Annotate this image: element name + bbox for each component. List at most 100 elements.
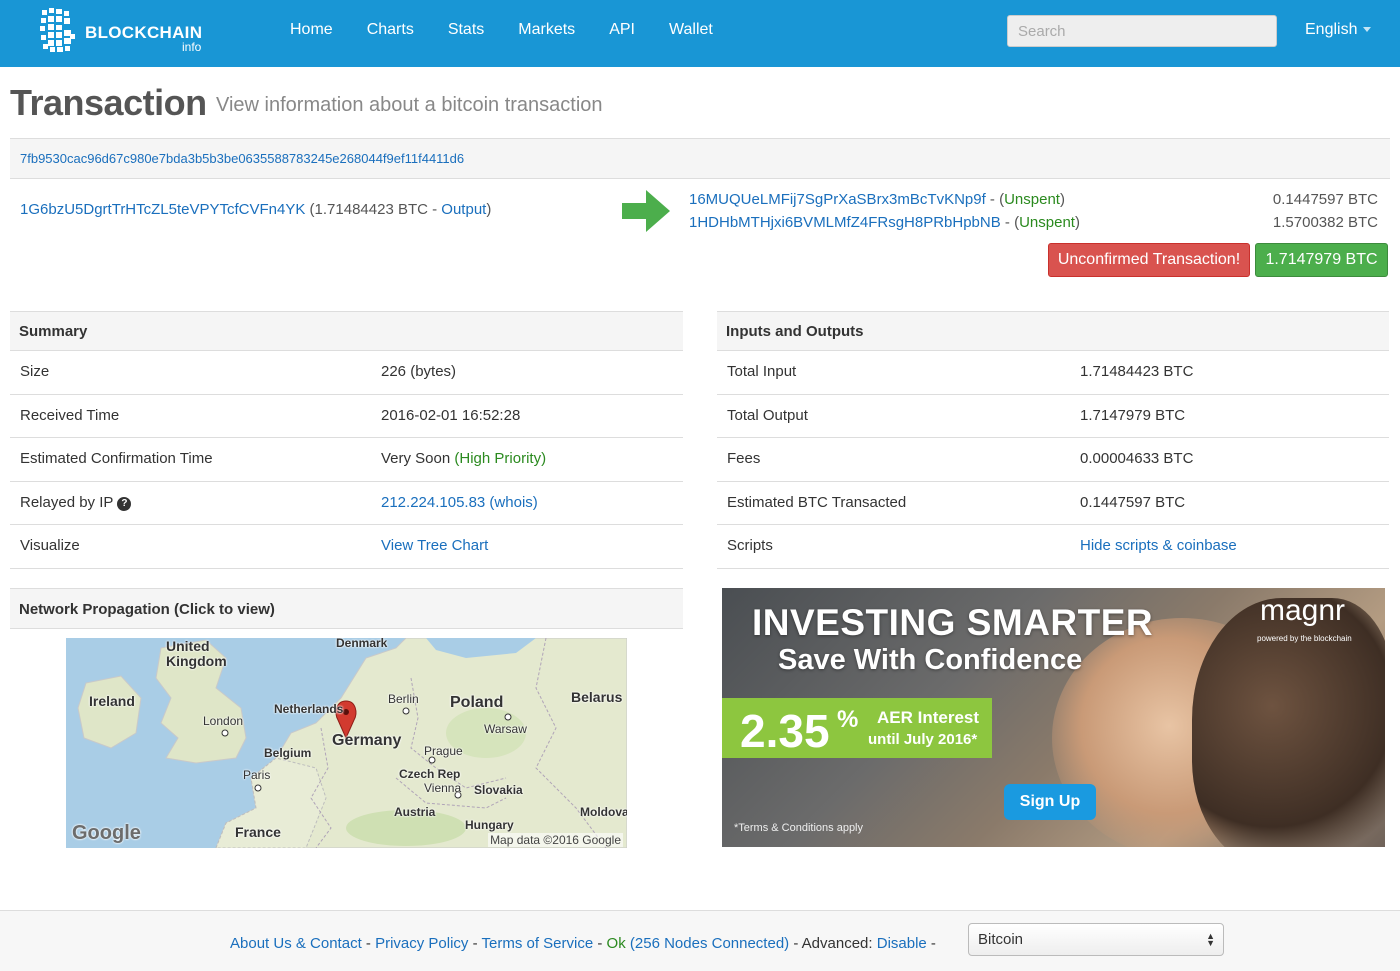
nodes-link[interactable]: (256 Nodes Connected): [630, 935, 789, 952]
output-address-link[interactable]: 1HDHbMTHjxi6BVMLMfZ4FRsgH8PRbHpbNB: [689, 214, 1001, 231]
inputs-outputs-table: Inputs and Outputs Total Input 1.7148442…: [717, 311, 1389, 569]
caret-down-icon: [1363, 27, 1372, 33]
footer-links: About Us & Contact - Privacy Policy - Te…: [230, 935, 936, 952]
row-label: Visualize: [20, 537, 80, 554]
nav-links: Home Charts Stats Markets API Wallet: [290, 21, 747, 39]
summary-row-size: Size 226 (bytes): [10, 351, 683, 395]
map-label-germany: Germany: [332, 732, 402, 749]
network-propagation-heading: Network Propagation (Click to view): [10, 588, 683, 629]
row-label: Fees: [727, 450, 761, 467]
summary-row-relayed: Relayed by IP? 212.224.105.83 (whois): [10, 482, 683, 525]
summary-row-confirmation: Estimated Confirmation Time Very Soon (H…: [10, 438, 683, 482]
row-label: Received Time: [20, 406, 120, 424]
summary-row-received: Received Time 2016-02-01 16:52:28: [10, 395, 683, 438]
tx-input: 1G6bzU5DgrtTrHTcZL5teVPYTcfCVFn4YK (1.71…: [20, 201, 491, 218]
language-dropdown[interactable]: English: [1305, 21, 1372, 39]
map-label-uk: United Kingdom: [166, 638, 227, 669]
search-input[interactable]: [1007, 15, 1277, 47]
page-title: Transaction: [10, 82, 207, 123]
nav-api[interactable]: API: [609, 21, 635, 39]
ad-brand-tagline: powered by the blockchain: [1257, 634, 1352, 643]
nav-markets[interactable]: Markets: [518, 21, 575, 39]
currency-value: Bitcoin: [978, 931, 1024, 948]
ad-signup-button[interactable]: Sign Up: [1004, 784, 1096, 820]
top-navbar: BLOCKCHAIN info Home Charts Stats Market…: [0, 0, 1400, 67]
updown-arrows-icon: ▲ ▼: [1206, 931, 1215, 948]
row-label: Estimated BTC Transacted: [727, 493, 907, 511]
io-row-total-output: Total Output 1.7147979 BTC: [717, 395, 1389, 438]
map-label-warsaw: Warsaw: [484, 722, 527, 736]
row-label: Total Output: [727, 406, 808, 424]
input-amount: (1.71484423 BTC -: [309, 201, 442, 218]
output-close: ): [1074, 214, 1080, 231]
input-address-link[interactable]: 1G6bzU5DgrtTrHTcZL5teVPYTcfCVFn4YK: [20, 201, 305, 218]
network-propagation-map[interactable]: United Kingdom Ireland London Denmark Ne…: [66, 638, 627, 848]
unconfirmed-transaction-button[interactable]: Unconfirmed Transaction!: [1048, 243, 1250, 277]
ad-rate-banner: 2.35 % AER Interest until July 2016*: [722, 698, 992, 758]
output-amount-1: 0.1447597 BTC: [1272, 191, 1378, 208]
map-label-paris: Paris: [243, 768, 271, 782]
brand-sub: info: [182, 40, 202, 54]
map-label-berlin: Berlin: [388, 692, 419, 706]
view-tree-chart-link[interactable]: View Tree Chart: [381, 537, 488, 554]
map-label-ireland: Ireland: [89, 693, 135, 709]
map-label-belgium: Belgium: [264, 746, 312, 760]
footer-sep: -: [361, 935, 376, 952]
footer-sep: -: [789, 935, 802, 952]
row-label: Scripts: [727, 537, 773, 554]
tx-hash-row: 7fb9530cac96d67c980e7bda3b5b3be063558878…: [10, 139, 1390, 179]
row-label: Size: [20, 363, 50, 380]
about-link[interactable]: About Us & Contact: [230, 935, 362, 952]
hide-scripts-link[interactable]: Hide scripts & coinbase: [1080, 537, 1237, 554]
output-amount-2: 1.5700382 BTC: [1272, 214, 1378, 231]
map-label-moldova: Moldova: [580, 805, 627, 819]
io-row-scripts: Scripts Hide scripts & coinbase: [717, 525, 1389, 569]
output-address-link[interactable]: 16MUQUeLMFij7SgPrXaSBrx3mBcTvKNp9f: [689, 191, 986, 208]
output-row-2: 1HDHbMTHjxi6BVMLMfZ4FRsgH8PRbHpbNB - (Un…: [689, 214, 1080, 231]
total-btc-button[interactable]: 1.7147979 BTC: [1255, 243, 1388, 277]
page-subtitle: View information about a bitcoin transac…: [216, 94, 603, 116]
relayed-ip-link[interactable]: 212.224.105.83 (whois): [381, 494, 538, 511]
nav-home[interactable]: Home: [290, 21, 333, 39]
map-label-vienna: Vienna: [424, 781, 462, 795]
tx-hash-link[interactable]: 7fb9530cac96d67c980e7bda3b5b3be063558878…: [20, 151, 464, 166]
ad-aer: AER Interest: [877, 708, 980, 727]
map-label-france: France: [235, 824, 281, 840]
google-logo: Google: [72, 822, 141, 844]
currency-select[interactable]: Bitcoin ▲ ▼: [968, 923, 1224, 956]
confirm-value: Very Soon: [381, 450, 455, 467]
map-label-czech: Czech Rep: [399, 767, 461, 781]
relayed-label: Relayed by IP: [20, 493, 114, 511]
input-output-link[interactable]: Output: [441, 201, 486, 218]
privacy-link[interactable]: Privacy Policy: [375, 935, 468, 952]
terms-link[interactable]: Terms of Service: [482, 935, 594, 952]
map-label-belarus: Belarus: [571, 689, 623, 705]
output-status: Unspent: [1004, 191, 1060, 208]
output-sep: - (: [1000, 214, 1020, 231]
priority-label: (High Priority): [454, 450, 547, 467]
brand-logo[interactable]: BLOCKCHAIN info: [40, 8, 220, 56]
language-label: English: [1305, 21, 1358, 38]
ad-percent: %: [837, 706, 859, 733]
footer-sep: -: [593, 935, 607, 952]
ad-title: INVESTING SMARTER: [752, 602, 1154, 643]
magnr-advertisement[interactable]: INVESTING SMARTER Save With Confidence m…: [722, 588, 1385, 847]
io-row-estimated: Estimated BTC Transacted 0.1447597 BTC: [717, 482, 1389, 525]
row-value: 0.1447597 BTC: [1080, 493, 1186, 511]
footer: About Us & Contact - Privacy Policy - Te…: [0, 910, 1400, 971]
summary-heading: Summary: [10, 311, 683, 351]
io-row-total-input: Total Input 1.71484423 BTC: [717, 351, 1389, 395]
nav-charts[interactable]: Charts: [367, 21, 414, 39]
row-label: Total Input: [727, 363, 797, 380]
nav-stats[interactable]: Stats: [448, 21, 484, 39]
map-label-denmark: Denmark: [336, 638, 388, 650]
input-close: ): [486, 201, 492, 218]
nav-wallet[interactable]: Wallet: [669, 21, 713, 39]
summary-row-visualize: Visualize View Tree Chart: [10, 525, 683, 569]
row-value: Very Soon (High Priority): [381, 450, 546, 467]
advanced-label: Advanced:: [801, 935, 877, 952]
map-credit: Map data ©2016 Google: [488, 833, 623, 847]
map-label-london: London: [203, 714, 244, 728]
disable-link[interactable]: Disable: [877, 935, 927, 952]
help-icon[interactable]: ?: [117, 496, 132, 511]
